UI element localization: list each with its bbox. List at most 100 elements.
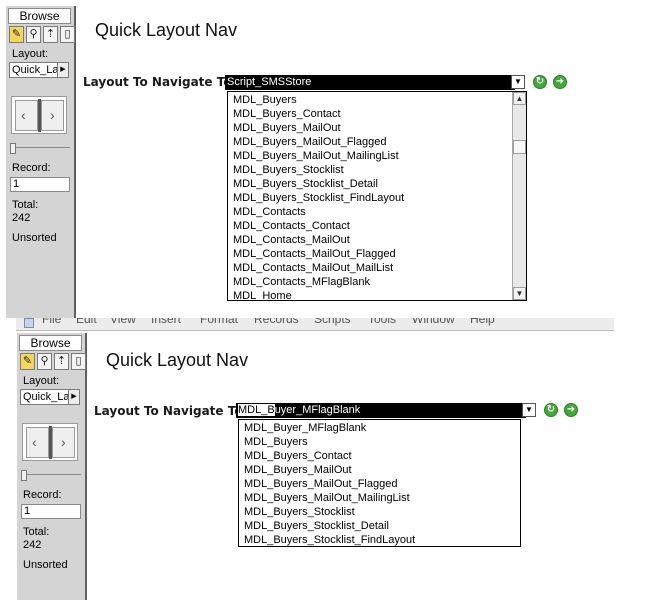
refresh-icon[interactable]: ↻ [544, 403, 558, 417]
app-icon [24, 318, 34, 328]
scroll-down-icon[interactable]: ▼ [513, 287, 526, 300]
menu-view[interactable]: View [110, 318, 136, 326]
record-slider[interactable] [10, 143, 70, 154]
layout-popup-value: Quick_La [23, 391, 70, 403]
list-item[interactable]: MDL_Buyer_MFlagBlank [244, 422, 366, 434]
menu-file[interactable]: File [42, 318, 61, 326]
list-item[interactable]: MDL_Buyers [244, 436, 308, 448]
list-item[interactable]: MDL_Buyers_MailOut_Flagged [244, 478, 397, 490]
book-icon[interactable]: ‹ › [22, 423, 78, 461]
layout-list[interactable]: MDL_Buyer_MFlagBlank MDL_Buyers MDL_Buye… [238, 419, 521, 547]
pencil-icon[interactable]: ✎ [20, 353, 35, 370]
scroll-thumb[interactable] [513, 140, 526, 154]
list-item[interactable]: MDL_Contacts_MailOut_Flagged [233, 248, 396, 260]
layout-area: Quick Layout Nav Layout To Navigate To S… [78, 0, 660, 318]
list-item[interactable]: MDL_Buyers_MailOut_MailingList [244, 492, 410, 504]
layout-popup[interactable]: Quick_La ▶ [9, 62, 69, 78]
nav-field-label: Layout To Navigate To [83, 75, 232, 89]
list-item[interactable]: MDL_Contacts_MailOut_MailList [233, 262, 393, 274]
list-item[interactable]: MDL_Buyers [233, 94, 297, 106]
page-icon[interactable]: ▯ [71, 353, 86, 370]
layout-label: Layout: [23, 375, 60, 387]
layout-label: Layout: [12, 48, 49, 60]
list-item[interactable]: MDL_Buyers_Stocklist_FindLayout [233, 192, 404, 204]
menu-bar: File Edit View Insert Format Records Scr… [16, 318, 614, 331]
pointer-icon[interactable]: ⇡ [43, 26, 58, 43]
list-scrollbar[interactable]: ▲ ▼ [512, 92, 526, 300]
mode-label: Browse [19, 335, 82, 351]
list-item[interactable]: MDL_Buyers_MailOut [233, 122, 341, 134]
total-value: 242 [12, 212, 31, 224]
list-item[interactable]: MDL_Buyers_MailOut_Flagged [233, 136, 386, 148]
tool-row: ✎ ⚲ ⇡ ▯ [9, 26, 75, 44]
list-item[interactable]: MDL_Buyers_Contact [233, 108, 341, 120]
go-arrow-icon[interactable]: ➜ [564, 403, 578, 417]
refresh-icon[interactable]: ↻ [533, 75, 547, 89]
triangle-right-icon: ▶ [68, 390, 79, 404]
page-icon[interactable]: ▯ [60, 26, 75, 43]
list-item[interactable]: MDL_Contacts_Contact [233, 220, 350, 232]
total-value: 242 [23, 539, 42, 551]
sort-status: Unsorted [12, 232, 57, 244]
list-item[interactable]: MDL_Contacts [233, 206, 306, 218]
page-title: Quick Layout Nav [106, 350, 249, 370]
nav-field-label: Layout To Navigate To [94, 404, 243, 418]
total-label: Total: [23, 526, 50, 538]
go-arrow-icon[interactable]: ➜ [553, 75, 567, 89]
scroll-up-icon[interactable]: ▲ [513, 92, 526, 105]
dropdown-value: Script_SMSStore [227, 76, 312, 88]
record-number-input[interactable]: 1 [10, 177, 70, 192]
layout-popup-value: Quick_La [12, 64, 59, 76]
list-item[interactable]: MDL_Buyers_MailOut_MailingList [233, 150, 399, 162]
list-item[interactable]: MDL_Buyers_MailOut [244, 464, 352, 476]
prev-arrow-icon[interactable]: ‹ [21, 107, 26, 123]
prev-arrow-icon[interactable]: ‹ [32, 434, 37, 450]
layout-dropdown[interactable]: Script_SMSStore [225, 75, 515, 90]
list-item[interactable]: MDL_Buyers_Stocklist_Detail [233, 178, 378, 190]
layout-list[interactable]: MDL_Buyers MDL_Buyers_Contact MDL_Buyers… [227, 91, 527, 301]
status-area: Browse ✎ ⚲ ⇡ ▯ Layout: Quick_La ▶ ‹ › Re… [17, 333, 87, 600]
screenshot-top: Browse ✎ ⚲ ⇡ ▯ Layout: Quick_La ▶ ‹ › Re… [0, 0, 660, 318]
menu-format[interactable]: Format [200, 318, 238, 326]
menu-window[interactable]: Window [412, 318, 455, 326]
list-item[interactable]: MDL_Contacts_MFlagBlank [233, 276, 370, 288]
list-item[interactable]: MDL_Buyers_Stocklist_Detail [244, 520, 389, 532]
menu-scripts[interactable]: Scripts [314, 318, 351, 326]
dropdown-typed-text: MDL_B [238, 404, 275, 416]
menu-tools[interactable]: Tools [368, 318, 396, 326]
book-icon[interactable]: ‹ › [11, 96, 67, 134]
layout-dropdown[interactable]: MDL_Buyer_MFlagBlank [236, 403, 526, 418]
record-slider[interactable] [21, 470, 81, 481]
layout-area: Quick Layout Nav Layout To Navigate To M… [89, 333, 620, 600]
list-item[interactable]: MDL_Buyers_Stocklist_FindLayout [244, 534, 415, 546]
next-arrow-icon[interactable]: › [61, 434, 66, 450]
list-item[interactable]: MDL_Buyers_Contact [244, 450, 352, 462]
mode-label: Browse [8, 8, 71, 24]
menu-insert[interactable]: Insert [151, 318, 181, 326]
chevron-down-icon[interactable]: ▼ [522, 403, 536, 417]
triangle-right-icon: ▶ [57, 63, 68, 77]
list-item[interactable]: MDL_Buyers_Stocklist [233, 164, 344, 176]
list-item[interactable]: MDL_Buyers_Stocklist [244, 506, 355, 518]
chevron-down-icon[interactable]: ▼ [511, 75, 525, 89]
magnifier-icon[interactable]: ⚲ [37, 353, 52, 370]
menu-records[interactable]: Records [254, 318, 299, 326]
menu-help[interactable]: Help [470, 318, 495, 326]
pointer-icon[interactable]: ⇡ [54, 353, 69, 370]
slider-thumb[interactable] [21, 470, 27, 481]
record-number-input[interactable]: 1 [21, 504, 81, 519]
magnifier-icon[interactable]: ⚲ [26, 26, 41, 43]
page-title: Quick Layout Nav [95, 20, 238, 40]
next-arrow-icon[interactable]: › [50, 107, 55, 123]
layout-popup[interactable]: Quick_La ▶ [20, 389, 80, 405]
list-item[interactable]: MDL_Home [233, 290, 292, 300]
total-label: Total: [12, 199, 39, 211]
slider-thumb[interactable] [10, 143, 16, 154]
screenshot-bottom: File Edit View Insert Format Records Scr… [0, 318, 620, 600]
menu-edit[interactable]: Edit [76, 318, 97, 326]
record-label: Record: [12, 162, 51, 174]
sort-status: Unsorted [23, 559, 68, 571]
pencil-icon[interactable]: ✎ [9, 26, 24, 43]
status-area: Browse ✎ ⚲ ⇡ ▯ Layout: Quick_La ▶ ‹ › Re… [6, 6, 76, 318]
list-item[interactable]: MDL_Contacts_MailOut [233, 234, 350, 246]
